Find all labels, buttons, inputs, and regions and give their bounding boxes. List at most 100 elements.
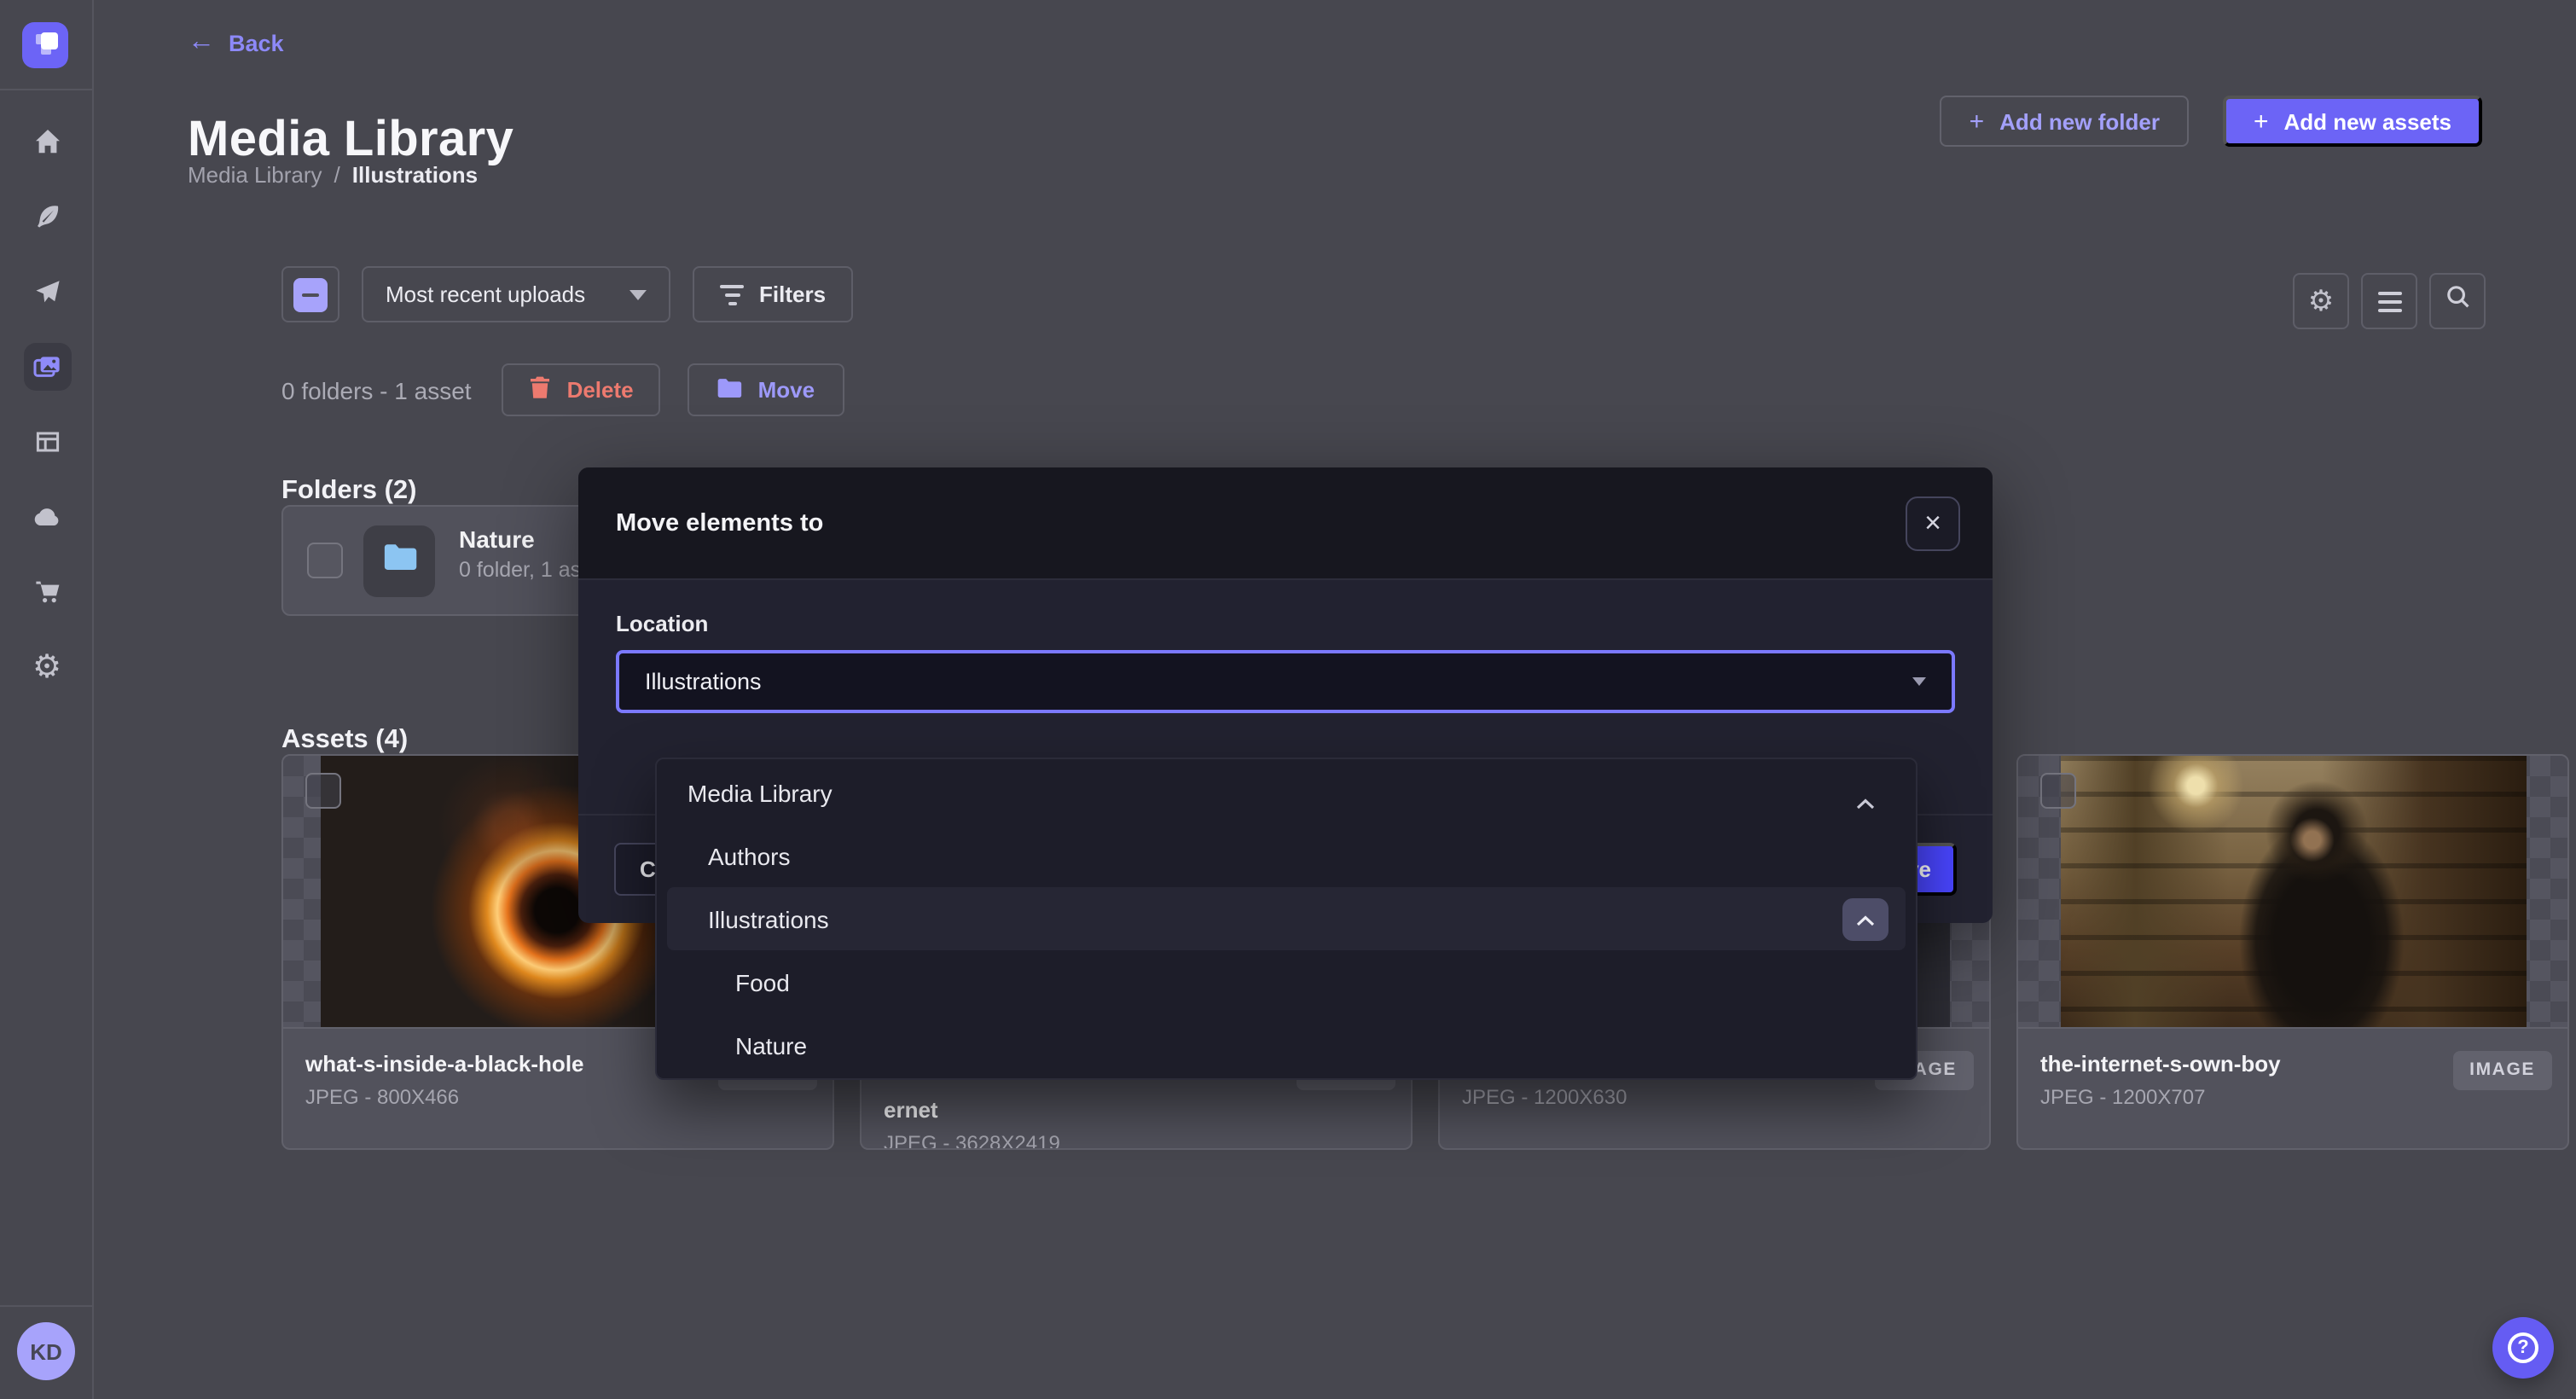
checkbox-indeterminate-icon [293, 277, 328, 311]
add-new-assets-label: Add new assets [2283, 108, 2451, 134]
asset-card[interactable]: the-internet-s-own-boy JPEG - 1200X707 I… [2016, 754, 2569, 1150]
sidebar-item-marketplace[interactable] [23, 568, 71, 616]
modal-title: Move elements to [616, 509, 823, 537]
dropdown-item-media-library[interactable]: Media Library [657, 761, 1916, 824]
dropdown-item-authors[interactable]: Authors [657, 824, 1916, 887]
back-label: Back [229, 30, 284, 55]
list-view-button[interactable] [2361, 273, 2417, 329]
breadcrumb-current: Illustrations [352, 162, 478, 188]
selection-count: 0 folders - 1 asset [281, 376, 472, 403]
dropdown-item-label: Illustrations [708, 905, 829, 932]
folder-tile [363, 525, 435, 597]
sidebar-item-cloud[interactable] [23, 493, 71, 541]
sidebar-item-content-manager[interactable] [23, 418, 71, 466]
move-label: Move [758, 377, 815, 403]
sidebar-divider-top [0, 89, 94, 90]
filters-button[interactable]: Filters [693, 266, 853, 322]
folder-icon [381, 543, 417, 580]
plus-icon: + [1970, 108, 1985, 134]
filter-icon [720, 284, 744, 305]
dropdown-item-label: Nature [735, 1031, 807, 1059]
sort-select[interactable]: Most recent uploads [362, 266, 670, 322]
folder-name: Nature [459, 525, 535, 553]
asset-meta: JPEG - 3628X2419 [884, 1131, 1389, 1150]
asset-card-footer: the-internet-s-own-boy JPEG - 1200X707 I… [2018, 1029, 2567, 1150]
sidebar-nav: ⚙ [0, 118, 94, 691]
collapse-children-button[interactable] [1842, 897, 1888, 940]
sidebar-item-media-library[interactable] [23, 343, 71, 391]
sidebar-item-content-type-builder[interactable] [23, 193, 71, 241]
app-root: ⚙ KD ← Back Media Library Media Library … [0, 0, 2576, 1399]
library-photo [2061, 756, 2527, 1027]
modal-body: Location Illustrations [578, 580, 1993, 713]
chevron-down-icon [629, 289, 647, 299]
back-link[interactable]: ← Back [188, 29, 284, 56]
cart-icon [33, 578, 61, 606]
sidebar-item-deploy[interactable] [23, 268, 71, 316]
move-button[interactable]: Move [688, 363, 844, 416]
dropdown-item-illustrations[interactable]: Illustrations [667, 887, 1906, 950]
sidebar-item-settings[interactable]: ⚙ [23, 643, 71, 691]
view-actions: ⚙ [2293, 273, 2486, 329]
filters-label: Filters [759, 282, 826, 307]
asset-checkbox[interactable] [305, 773, 341, 809]
page-title: Media Library [188, 113, 513, 170]
chevron-down-icon [1912, 677, 1926, 686]
strapi-logo-glyph [36, 32, 58, 55]
help-button[interactable]: ? [2492, 1317, 2554, 1379]
avatar[interactable]: KD [17, 1322, 75, 1380]
selection-bar: 0 folders - 1 asset Delete Move [281, 363, 844, 416]
location-dropdown: Media Library Authors Illustrations Food… [655, 758, 1917, 1080]
settings-button[interactable]: ⚙ [2293, 273, 2349, 329]
plus-icon: + [2254, 108, 2269, 134]
add-new-assets-button[interactable]: + Add new assets [2223, 96, 2482, 147]
question-mark: ? [2517, 1338, 2528, 1358]
breadcrumb-separator: / [334, 162, 340, 188]
header-actions: + Add new folder + Add new assets [1941, 96, 2482, 147]
media-library-icon [32, 353, 61, 380]
folder-checkbox[interactable] [307, 543, 343, 578]
dropdown-item-food[interactable]: Food [657, 950, 1916, 1013]
search-icon [2444, 283, 2471, 319]
assets-section-title: Assets (4) [281, 725, 408, 756]
layout-icon [33, 428, 61, 456]
close-button[interactable]: × [1906, 496, 1960, 551]
location-label: Location [616, 611, 1955, 636]
dropdown-item-nature[interactable]: Nature [657, 1013, 1916, 1077]
asset-name: ernet [884, 1097, 1389, 1124]
cloud-icon [32, 503, 61, 531]
dropdown-item-label: Media Library [688, 779, 833, 806]
asset-checkbox[interactable] [2040, 773, 2076, 809]
add-new-folder-button[interactable]: + Add new folder [1941, 96, 2189, 147]
delete-button[interactable]: Delete [502, 363, 661, 416]
asset-thumbnail [2018, 756, 2567, 1029]
strapi-logo-icon[interactable] [22, 22, 68, 68]
delete-label: Delete [567, 377, 634, 403]
gear-icon: ⚙ [2308, 287, 2335, 316]
feather-icon [33, 203, 61, 230]
close-icon: × [1924, 507, 1941, 541]
select-all-checkbox[interactable] [281, 266, 339, 322]
chevron-up-icon [1856, 905, 1875, 932]
search-button[interactable] [2429, 273, 2486, 329]
location-select[interactable]: Illustrations [616, 650, 1955, 713]
asset-type-badge: IMAGE [2452, 1051, 2552, 1089]
list-icon [2377, 291, 2401, 311]
dropdown-item-label: Food [735, 968, 790, 996]
sidebar-item-home[interactable] [23, 118, 71, 165]
dropdown-item-label: Authors [708, 842, 791, 869]
chevron-up-icon[interactable] [1856, 787, 1875, 815]
folders-section-title: Folders (2) [281, 476, 416, 507]
sort-select-value: Most recent uploads [386, 282, 585, 307]
location-select-value: Illustrations [645, 669, 762, 694]
sidebar-divider-bottom [0, 1305, 94, 1307]
toolbar: Most recent uploads Filters [281, 266, 853, 322]
modal-header: Move elements to × [578, 467, 1993, 580]
add-new-folder-label: Add new folder [1999, 108, 2160, 134]
sidebar: ⚙ KD [0, 0, 94, 1399]
breadcrumb-root[interactable]: Media Library [188, 162, 322, 188]
trash-icon [530, 375, 552, 404]
back-arrow-icon: ← [188, 29, 215, 56]
breadcrumb: Media Library / Illustrations [188, 162, 478, 188]
gear-icon: ⚙ [32, 651, 61, 683]
